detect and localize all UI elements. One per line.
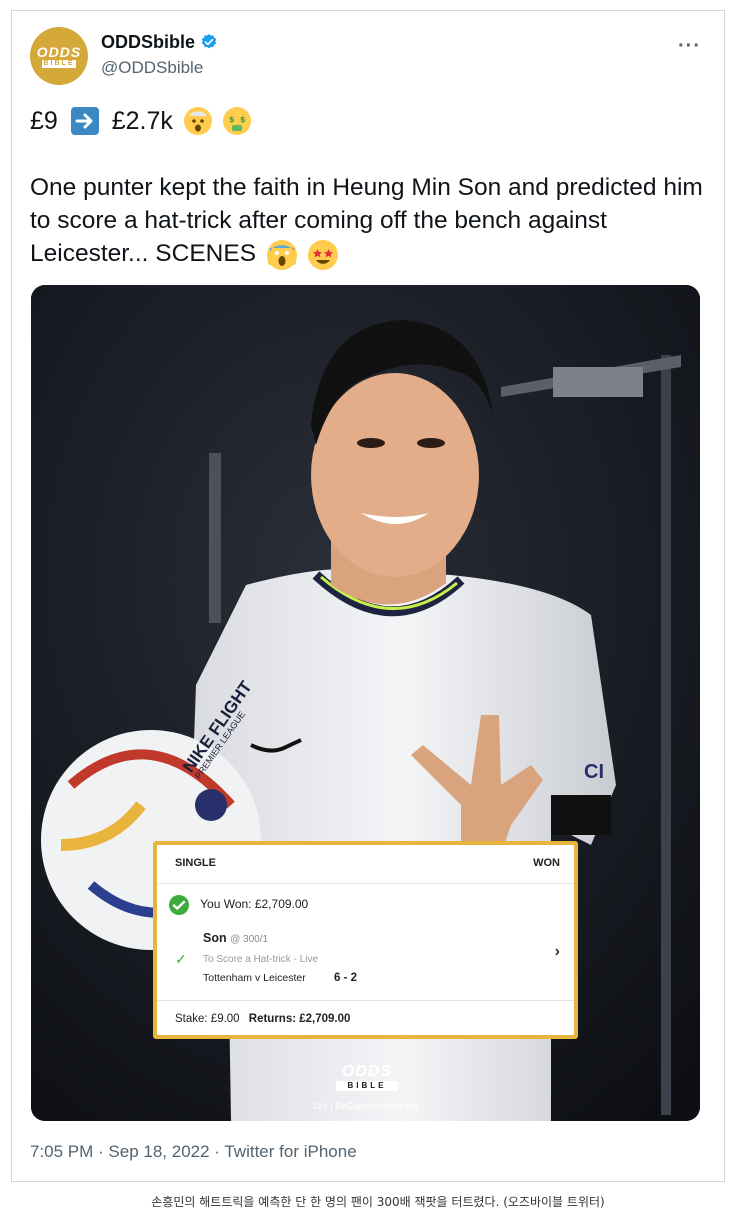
bet-slip: SINGLE WON You Won: £2,709.00 Son @ 300/… — [153, 841, 578, 1039]
display-name[interactable]: ODDSbible — [101, 32, 195, 53]
exploding-head-emoji — [183, 107, 212, 136]
avatar[interactable]: ODDS BIBLE — [30, 27, 88, 85]
chevron-right-icon[interactable]: › — [555, 943, 560, 961]
match-score: 6 - 2 — [334, 972, 358, 984]
tweet-card: ODDS BIBLE ODDSbible @ODDSbible ··· £9 £… — [11, 10, 725, 1182]
screaming-face-emoji — [266, 239, 297, 270]
watermark-logo-top: ODDS — [341, 1063, 393, 1080]
tweet-body: One punter kept the faith in Heung Min S… — [30, 174, 703, 267]
shirt-sponsor-text: CI — [584, 761, 604, 783]
returns-value: Returns: £2,709.00 — [248, 1013, 351, 1025]
won-row: You Won: £2,709.00 — [169, 895, 308, 915]
image-caption: 손흥민의 해트트릭을 예측한 단 한 명의 팬이 300배 잭팟을 터트렸다. … — [151, 1195, 605, 1209]
check-circle-icon — [169, 895, 189, 915]
stake-value: Stake: £9.00 — [175, 1013, 240, 1025]
avatar-logo-top: ODDS — [36, 44, 82, 60]
tweet-timestamp[interactable]: 7:05 PM · Sep 18, 2022 · Twitter for iPh… — [30, 1142, 357, 1162]
market-name: To Score a Hat-trick - Live — [203, 954, 319, 965]
return-amount: £2.7k — [111, 106, 173, 135]
verified-badge-icon — [201, 34, 217, 49]
bet-status-label: WON — [533, 857, 560, 869]
user-handle[interactable]: @ODDSbible — [101, 58, 203, 78]
svg-text:$: $ — [229, 115, 235, 124]
bet-type-label: SINGLE — [175, 857, 216, 869]
tweet-text: One punter kept the faith in Heung Min S… — [30, 171, 710, 270]
selection-odds: @ 300/1 — [230, 934, 269, 945]
gamble-aware-text: 18+ | BeGambleAware.org — [312, 1101, 419, 1111]
money-mouth-emoji: $ $ — [222, 107, 251, 136]
star-struck-emoji — [307, 239, 338, 270]
right-arrow-icon — [70, 107, 99, 136]
stake-amount: £9 — [30, 106, 58, 135]
divider — [157, 1000, 574, 1001]
tweet-headline: £9 £2.7k $ $ — [30, 106, 251, 140]
avatar-logo-bottom: BIBLE — [42, 60, 76, 68]
checkmark-icon: ✓ — [175, 951, 187, 967]
more-options-icon[interactable]: ··· — [678, 35, 701, 58]
bet-slip-header: SINGLE WON — [157, 845, 574, 884]
match-name: Tottenham v Leicester — [203, 972, 306, 984]
oddsbible-watermark: ODDS BIBLE — [336, 1063, 398, 1091]
selection-name: Son — [203, 931, 227, 945]
won-amount: You Won: £2,709.00 — [200, 897, 309, 912]
watermark-logo-bottom: BIBLE — [336, 1081, 398, 1091]
selection: Son @ 300/1 — [203, 931, 268, 945]
svg-text:$: $ — [240, 115, 246, 124]
stake-returns: Stake: £9.00 Returns: £2,709.00 — [175, 1013, 350, 1025]
